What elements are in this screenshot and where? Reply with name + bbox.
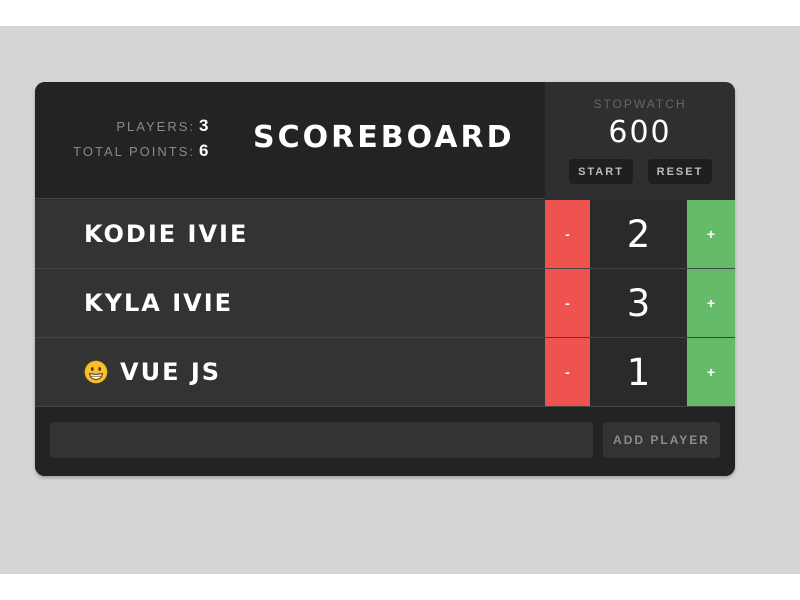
player-name-group: VUE JS [84, 338, 221, 406]
scoreboard-panel: PLAYERS: 3 TOTAL POINTS: 6 SCOREBOARD ST… [35, 82, 735, 476]
total-points-value: 6 [199, 141, 209, 160]
stopwatch-reset-button[interactable]: RESET [648, 159, 712, 184]
stopwatch-label: STOPWATCH [593, 97, 687, 111]
increment-score-button[interactable]: + [687, 269, 735, 337]
players-label: PLAYERS: [116, 119, 195, 134]
grinning-emoji-icon [84, 360, 108, 384]
players-stat: PLAYERS: 3 [63, 116, 213, 141]
total-points-stat: TOTAL POINTS: 6 [63, 141, 213, 166]
stats-block: PLAYERS: 3 TOTAL POINTS: 6 [63, 116, 213, 166]
player-name: KODIE IVIE [84, 220, 249, 248]
player-name-input[interactable] [50, 422, 593, 458]
decrement-score-button[interactable]: - [545, 269, 590, 337]
player-score: 3 [590, 269, 687, 337]
players-count: 3 [199, 116, 209, 135]
player-name: VUE JS [120, 358, 222, 386]
increment-score-button[interactable]: + [687, 200, 735, 268]
stopwatch: STOPWATCH 600 START RESET [545, 82, 735, 199]
page-title: SCOREBOARD [253, 120, 515, 155]
decrement-score-button[interactable]: - [545, 338, 590, 406]
player-row: KODIE IVIE - 2 + [35, 200, 735, 269]
increment-score-button[interactable]: + [687, 338, 735, 406]
stopwatch-time: 600 [608, 115, 672, 150]
player-row: KYLA IVIE - 3 + [35, 269, 735, 338]
add-player-button[interactable]: ADD PLAYER [603, 422, 720, 458]
decrement-score-button[interactable]: - [545, 200, 590, 268]
player-name: KYLA IVIE [84, 289, 234, 317]
player-score: 2 [590, 200, 687, 268]
total-points-label: TOTAL POINTS: [73, 144, 195, 159]
player-score: 1 [590, 338, 687, 406]
page-background: PLAYERS: 3 TOTAL POINTS: 6 SCOREBOARD ST… [0, 26, 800, 574]
scoreboard-header: PLAYERS: 3 TOTAL POINTS: 6 SCOREBOARD ST… [35, 82, 735, 199]
add-player-form: ADD PLAYER [35, 407, 735, 476]
stopwatch-start-button[interactable]: START [569, 159, 633, 184]
player-row: VUE JS - 1 + [35, 338, 735, 407]
